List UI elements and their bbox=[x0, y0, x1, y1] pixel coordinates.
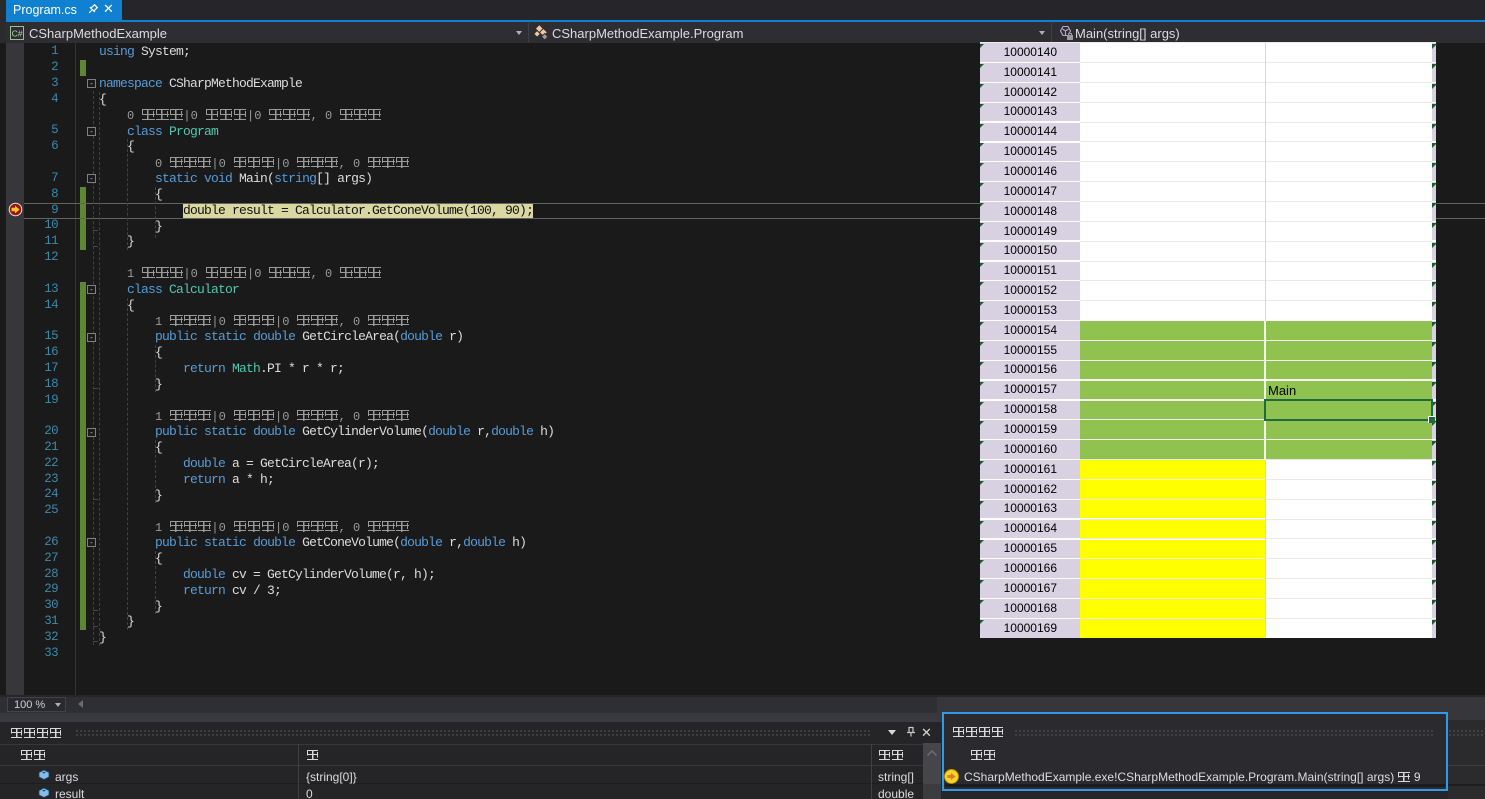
svg-text:C#: C# bbox=[12, 29, 23, 39]
